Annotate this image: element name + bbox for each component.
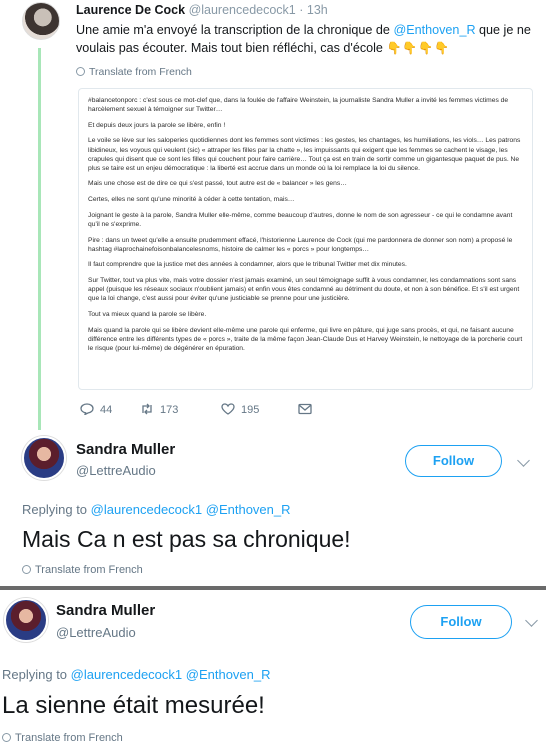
replying-to: Replying to @laurencedecock1 @Enthoven_R bbox=[22, 502, 291, 517]
timestamp[interactable]: · 13h bbox=[299, 3, 328, 17]
quoted-paragraph: Pire : dans un tweet qu'elle a ensuite p… bbox=[88, 236, 513, 253]
translate-label: Translate from French bbox=[89, 66, 192, 78]
tweet-text: Mais Ca n est pas sa chronique! bbox=[22, 526, 351, 552]
quoted-paragraph: Mais quand la parole qui se libère devie… bbox=[88, 326, 523, 352]
pointing-down-emoji: 👇👇👇👇 bbox=[386, 41, 451, 55]
tweet-text: Une amie m'a envoyé la transcription de … bbox=[76, 21, 531, 57]
reply-button[interactable]: 44 bbox=[80, 403, 112, 416]
globe-icon bbox=[2, 733, 11, 742]
reply-count: 44 bbox=[100, 404, 113, 416]
chevron-down-icon[interactable] bbox=[525, 614, 538, 627]
follow-button[interactable]: Follow bbox=[405, 445, 502, 477]
avatar[interactable] bbox=[22, 436, 66, 480]
replying-label: Replying to bbox=[22, 502, 91, 517]
retweet-count: 173 bbox=[160, 404, 179, 416]
follow-button[interactable]: Follow bbox=[410, 605, 512, 639]
tweet-sandra-2: Sandra Muller @LettreAudio Follow Replyi… bbox=[0, 590, 546, 752]
author-handle[interactable]: @LettreAudio bbox=[56, 625, 136, 640]
retweet-button[interactable]: 173 bbox=[140, 403, 178, 416]
like-button[interactable]: 195 bbox=[221, 403, 259, 416]
retweet-icon bbox=[140, 403, 154, 415]
like-count: 195 bbox=[241, 404, 260, 416]
tweet-sandra-1: Sandra Muller @LettreAudio Follow Replyi… bbox=[0, 430, 546, 588]
message-button[interactable] bbox=[298, 403, 318, 416]
replying-mentions[interactable]: @laurencedecock1 @Enthoven_R bbox=[91, 502, 291, 517]
translate-link[interactable]: Translate from French bbox=[2, 732, 123, 744]
quoted-paragraph: #balancetonporc : c'est sous ce mot-clef… bbox=[88, 97, 509, 114]
translate-label: Translate from French bbox=[15, 732, 123, 744]
replying-label: Replying to bbox=[2, 667, 71, 682]
author-handle[interactable]: @laurencedecock1 bbox=[189, 3, 296, 17]
translate-link[interactable]: Translate from French bbox=[76, 66, 192, 78]
quoted-paragraph: Certes, elles ne sont qu'une minorité à … bbox=[88, 196, 295, 204]
envelope-icon bbox=[298, 403, 312, 415]
quoted-paragraph: Mais une chose est de dire ce qui s'est … bbox=[88, 180, 347, 188]
replying-mentions[interactable]: @laurencedecock1 @Enthoven_R bbox=[71, 667, 271, 682]
author-name[interactable]: Laurence De Cock bbox=[76, 3, 185, 17]
thread-line bbox=[38, 48, 41, 433]
quoted-image[interactable]: #balancetonporc : c'est sous ce mot-clef… bbox=[78, 88, 533, 390]
quoted-paragraph: Le voile se lève sur les saloperies quot… bbox=[88, 137, 521, 172]
quoted-paragraph: Il faut comprendre que la justice met de… bbox=[88, 261, 407, 269]
translate-label: Translate from French bbox=[35, 564, 143, 576]
globe-icon bbox=[22, 565, 31, 574]
translate-link[interactable]: Translate from French bbox=[22, 564, 143, 576]
quoted-paragraph: Et depuis deux jours la parole se libère… bbox=[88, 121, 226, 129]
author-name[interactable]: Sandra Muller bbox=[56, 602, 155, 619]
tweet-text: La sienne était mesurée! bbox=[2, 692, 265, 719]
quoted-paragraph: Sur Twitter, tout va plus vite, mais vot… bbox=[88, 277, 520, 303]
chevron-down-icon[interactable] bbox=[517, 454, 530, 467]
tweet-header: Laurence De Cock @laurencedecock1 · 13h bbox=[76, 3, 328, 17]
replying-to: Replying to @laurencedecock1 @Enthoven_R bbox=[2, 667, 271, 682]
avatar[interactable] bbox=[22, 2, 60, 40]
author-name[interactable]: Sandra Muller bbox=[76, 441, 175, 458]
author-handle[interactable]: @LettreAudio bbox=[76, 463, 156, 478]
reply-icon bbox=[80, 403, 94, 416]
globe-icon bbox=[76, 67, 85, 76]
tweet-laurence: Laurence De Cock @laurencedecock1 · 13h … bbox=[0, 0, 546, 433]
tweet-text-a: Une amie m'a envoyé la transcription de … bbox=[76, 23, 394, 37]
mention-link[interactable]: @Enthoven_R bbox=[393, 23, 475, 37]
heart-icon bbox=[221, 403, 235, 415]
avatar[interactable] bbox=[4, 598, 48, 642]
quoted-paragraph: Tout va mieux quand la parole se libère. bbox=[88, 310, 207, 318]
quoted-paragraph: Joignant le geste à la parole, Sandra Mu… bbox=[88, 211, 513, 228]
